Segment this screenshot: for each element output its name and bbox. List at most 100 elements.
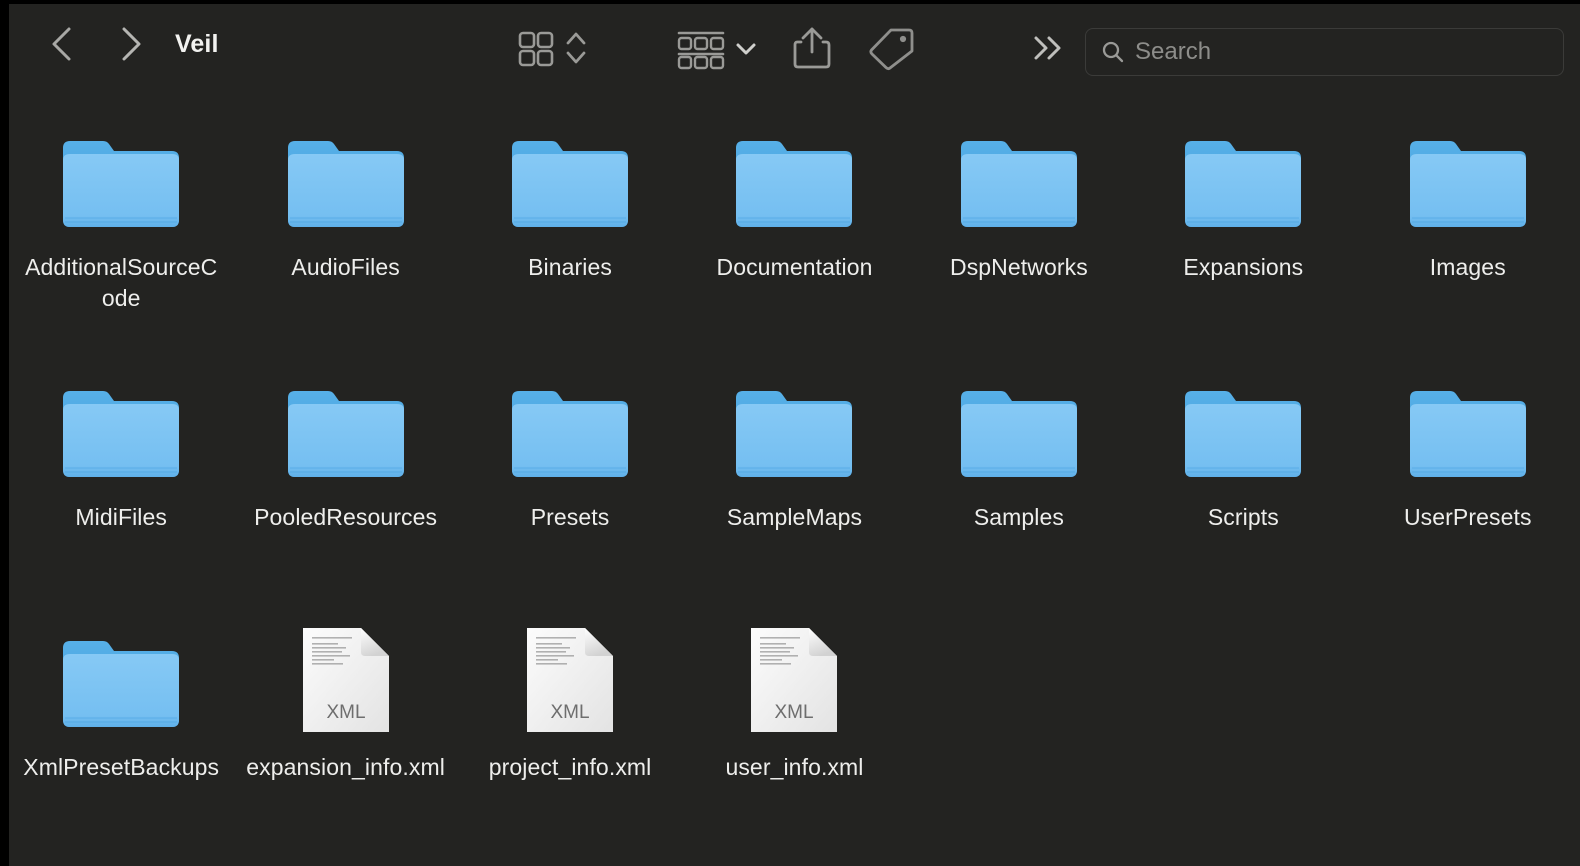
item-label: SampleMaps: [726, 504, 863, 530]
item-label: AdditionalSourceCode: [25, 254, 218, 311]
folder-item[interactable]: Presets: [468, 372, 672, 622]
folder-icon: [960, 391, 1077, 477]
folder-item[interactable]: Expansions: [1141, 122, 1345, 372]
folder-icon: [1185, 141, 1302, 227]
item-label: Documentation: [716, 254, 873, 280]
file-grid: AdditionalSourceCode AudioFiles Binaries: [9, 96, 1580, 866]
finder-window: Veil Search AdditionalSourceCode AudioFi…: [9, 4, 1580, 866]
folder-icon: [281, 372, 411, 488]
back-button[interactable]: [45, 21, 79, 67]
folder-icon: [1403, 122, 1533, 238]
folder-icon: [954, 122, 1084, 238]
folder-icon: [281, 122, 411, 238]
icon-view-button[interactable]: [514, 26, 556, 70]
svg-text:XML: XML: [775, 702, 814, 723]
folder-icon: [729, 122, 859, 238]
item-label: project_info.xml: [488, 754, 652, 780]
search-field[interactable]: [1085, 28, 1564, 76]
overflow-button[interactable]: [1025, 26, 1071, 70]
folder-icon: [1409, 391, 1526, 477]
folder-icon: [63, 641, 180, 727]
file-item[interactable]: XML expansion_info.xml: [244, 622, 448, 866]
page-title: Veil: [175, 30, 219, 58]
item-label: PooledResources: [254, 504, 438, 530]
folder-icon: [505, 372, 635, 488]
file-item[interactable]: XML user_info.xml: [692, 622, 896, 866]
item-label: DspNetworks: [949, 254, 1088, 280]
xml-document-icon: XML: [527, 628, 614, 732]
double-chevron-right-icon: [1034, 36, 1061, 60]
share-button[interactable]: [789, 22, 835, 74]
folder-item[interactable]: Documentation: [692, 122, 896, 372]
folder-icon: [736, 141, 853, 227]
folder-icon: [1178, 122, 1308, 238]
group-by-button[interactable]: [675, 26, 727, 70]
folder-icon: [56, 622, 186, 738]
chevron-right-icon: [122, 27, 141, 61]
item-label: Presets: [530, 504, 610, 530]
tag-icon: [869, 28, 914, 71]
folder-item[interactable]: UserPresets: [1366, 372, 1570, 622]
folder-item[interactable]: XmlPresetBackups: [19, 622, 223, 866]
folder-item[interactable]: Samples: [917, 372, 1121, 622]
folder-item[interactable]: MidiFiles: [19, 372, 223, 622]
folder-item[interactable]: SampleMaps: [692, 372, 896, 622]
folder-item[interactable]: Scripts: [1141, 372, 1345, 622]
folder-icon: [56, 122, 186, 238]
folder-icon: [287, 141, 404, 227]
folder-icon: [1403, 372, 1533, 488]
item-label: expansion_info.xml: [246, 754, 445, 780]
folder-item[interactable]: PooledResources: [244, 372, 448, 622]
folder-icon: [505, 122, 635, 238]
chevron-up-down-icon: [566, 32, 586, 64]
chevron-down-icon: [736, 43, 756, 55]
file-item[interactable]: XML project_info.xml: [468, 622, 672, 866]
item-label: UserPresets: [1403, 504, 1532, 530]
grid-view-icon: [518, 31, 554, 67]
share-icon: [793, 27, 831, 69]
tags-button[interactable]: [864, 24, 916, 72]
item-label: AudioFiles: [291, 254, 400, 280]
folder-icon: [1178, 372, 1308, 488]
folder-icon: [63, 391, 180, 477]
folder-item[interactable]: DspNetworks: [917, 122, 1121, 372]
search-input[interactable]: [1126, 38, 1563, 66]
folder-icon: [729, 372, 859, 488]
xml-document-icon: XML: [751, 628, 838, 732]
group-options-chevron-button[interactable]: [729, 30, 763, 66]
group-rows-icon: [677, 31, 725, 70]
xml-document-icon: XML: [281, 622, 411, 738]
folder-item[interactable]: AdditionalSourceCode: [19, 122, 223, 372]
svg-text:XML: XML: [326, 702, 365, 723]
folder-icon: [1409, 141, 1526, 227]
forward-button[interactable]: [114, 21, 148, 67]
folder-icon: [736, 391, 853, 477]
folder-icon: [512, 391, 629, 477]
item-label: user_info.xml: [725, 754, 864, 780]
folder-item[interactable]: Images: [1366, 122, 1570, 372]
folder-icon: [63, 141, 180, 227]
folder-icon: [954, 372, 1084, 488]
folder-icon: [960, 141, 1077, 227]
folder-item[interactable]: Binaries: [468, 122, 672, 372]
item-label: Expansions: [1183, 254, 1304, 280]
folder-icon: [512, 141, 629, 227]
folder-item[interactable]: AudioFiles: [244, 122, 448, 372]
folder-icon: [56, 372, 186, 488]
sort-order-button[interactable]: [561, 26, 591, 70]
item-label: MidiFiles: [75, 504, 168, 530]
item-label: Scripts: [1207, 504, 1279, 530]
xml-document-icon: XML: [302, 628, 389, 732]
search-icon: [1102, 41, 1124, 63]
folder-icon: [1185, 391, 1302, 477]
item-label: Binaries: [528, 254, 613, 280]
finder-toolbar: Veil: [9, 4, 1580, 96]
svg-text:XML: XML: [551, 702, 590, 723]
item-label: XmlPresetBackups: [23, 754, 220, 780]
folder-icon: [287, 391, 404, 477]
xml-document-icon: XML: [729, 622, 859, 738]
xml-document-icon: XML: [505, 622, 635, 738]
chevron-left-icon: [52, 27, 71, 61]
item-label: Images: [1429, 254, 1506, 280]
item-label: Samples: [973, 504, 1065, 530]
